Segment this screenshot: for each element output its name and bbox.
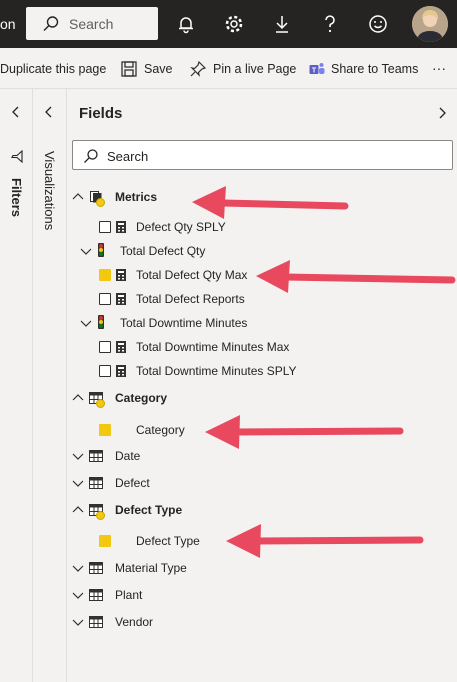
annotation-arrows	[192, 186, 456, 558]
arrow-pointer-icon	[192, 186, 456, 558]
